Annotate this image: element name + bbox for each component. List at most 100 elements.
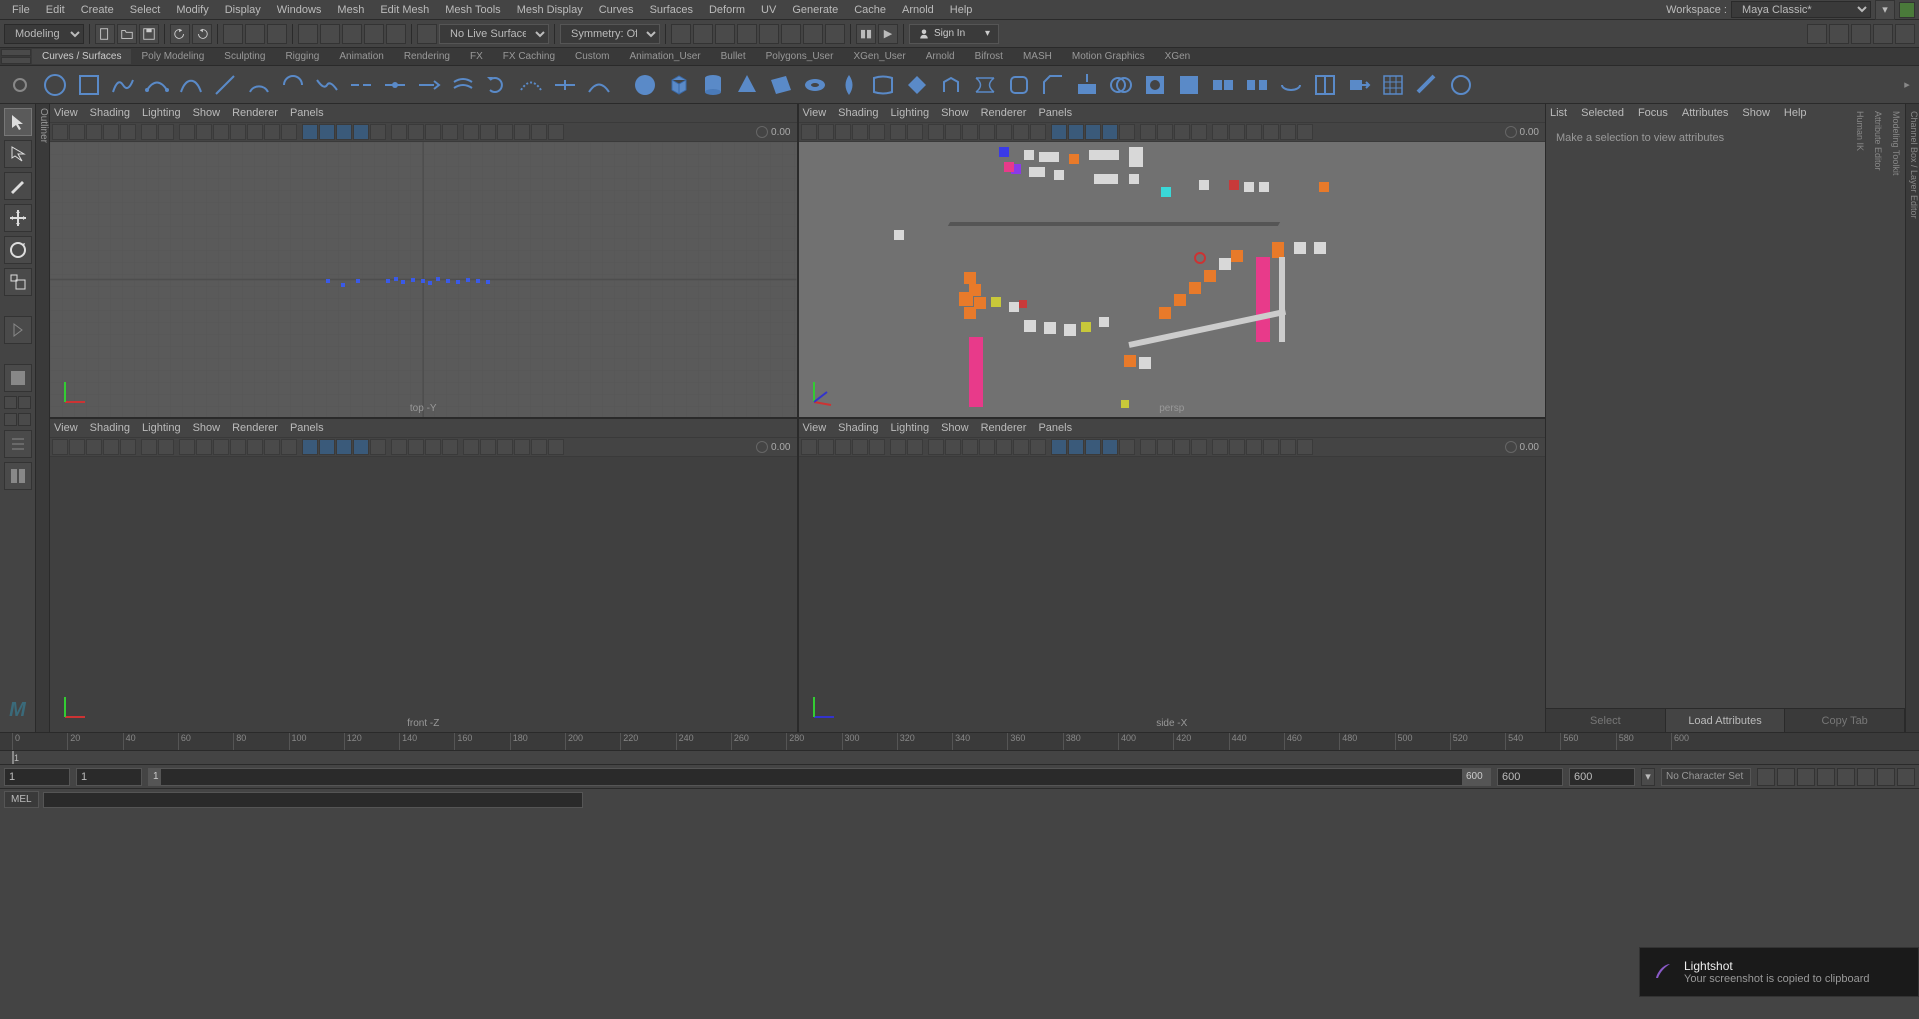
gate-icon[interactable] [1505,126,1517,138]
attr-copy-tab-button[interactable]: Copy Tab [1785,709,1905,732]
vp-tool[interactable] [179,124,195,140]
menu-edit[interactable]: Edit [38,2,73,18]
shelf-tab-xgen-user[interactable]: XGen_User [843,49,915,64]
vp-tool[interactable] [1174,124,1190,140]
sculpt-surfaces-icon[interactable] [1412,70,1442,100]
vp-tool[interactable] [179,439,195,455]
vp-tool[interactable] [463,124,479,140]
vp-menu-renderer[interactable]: Renderer [232,107,278,119]
range-handle-start[interactable]: 1 [149,769,161,785]
snap-grid-button[interactable] [298,24,318,44]
vp-tool[interactable] [1212,124,1228,140]
vp-tool[interactable] [548,439,564,455]
menu-select[interactable]: Select [122,2,169,18]
character-set-select[interactable]: No Character Set [1661,768,1751,786]
view-four-tl[interactable] [4,396,17,409]
anim-start-input[interactable] [4,768,70,786]
toggle-tool-settings-button[interactable] [1873,24,1893,44]
viewport-front-canvas[interactable]: front -Z [50,457,797,732]
vp-tool[interactable] [230,124,246,140]
vp-tool[interactable] [869,439,885,455]
menu-cache[interactable]: Cache [846,2,894,18]
vp-tool[interactable] [69,439,85,455]
vp-tool[interactable] [408,439,424,455]
detach-curves-icon[interactable] [346,70,376,100]
command-input[interactable] [43,792,583,808]
vp-tool[interactable] [141,124,157,140]
menu-help[interactable]: Help [942,2,981,18]
vp-tool[interactable] [1246,124,1262,140]
menu-arnold[interactable]: Arnold [894,2,942,18]
vp-menu-show[interactable]: Show [193,107,221,119]
toggle-attribute-editor-button[interactable] [1851,24,1871,44]
select-by-object-button[interactable] [223,24,243,44]
vp-tool[interactable] [1280,439,1296,455]
vp-tool[interactable] [103,439,119,455]
vp-tool[interactable] [1297,439,1313,455]
nurbs-torus-icon[interactable] [800,70,830,100]
vp-tool[interactable] [480,124,496,140]
vp-tool[interactable] [514,124,530,140]
vp-tool[interactable] [1297,124,1313,140]
menu-modify[interactable]: Modify [168,2,216,18]
project-curve-icon[interactable] [1072,70,1102,100]
vp-tool[interactable] [1229,439,1245,455]
vp-tool[interactable] [408,124,424,140]
view-four-tr[interactable] [18,396,31,409]
vp-tool[interactable] [996,439,1012,455]
vp-menu-lighting[interactable]: Lighting [891,422,930,434]
lock-ui-button[interactable] [1899,2,1915,18]
render-settings-button[interactable] [737,24,757,44]
play-forward-button[interactable] [1837,768,1855,786]
cmd-language-label[interactable]: MEL [4,791,39,808]
vp-tool[interactable] [302,439,318,455]
shelf-tab-xgen[interactable]: XGen [1155,49,1201,64]
vp-menu-panels[interactable]: Panels [290,107,324,119]
vp-tool[interactable] [281,439,297,455]
range-slider[interactable]: 1 [0,750,1919,764]
vp-menu-panels[interactable]: Panels [290,422,324,434]
attr-load-button[interactable]: Load Attributes [1666,709,1786,732]
tab-modeling-toolkit[interactable]: Modeling Toolkit [1891,108,1901,732]
playblast-button[interactable]: ▮▮ [856,24,876,44]
vp-menu-show[interactable]: Show [941,422,969,434]
vp-tool[interactable] [945,124,961,140]
bevel-icon[interactable] [1038,70,1068,100]
shelf-tab-sculpting[interactable]: Sculpting [214,49,275,64]
vp-tool[interactable] [281,124,297,140]
menu-curves[interactable]: Curves [591,2,642,18]
vp-tool[interactable] [1157,124,1173,140]
vp-tool[interactable] [391,439,407,455]
vp-tool[interactable] [852,439,868,455]
vp-tool[interactable] [907,124,923,140]
vp-tool[interactable] [907,439,923,455]
menu-generate[interactable]: Generate [784,2,846,18]
open-scene-button[interactable] [117,24,137,44]
outliner-collapsed-tab[interactable]: Outliner [36,104,50,732]
vp-tool[interactable] [264,124,280,140]
vp-tool[interactable] [86,124,102,140]
boundary-icon[interactable] [1004,70,1034,100]
vp-menu-shading[interactable]: Shading [838,422,878,434]
vp-menu-lighting[interactable]: Lighting [142,107,181,119]
vp-tool[interactable] [890,439,906,455]
vp-tool[interactable] [336,124,352,140]
birail-icon[interactable] [970,70,1000,100]
toggle-modeling-toolkit-button[interactable] [1807,24,1827,44]
extend-surface-icon[interactable] [1344,70,1374,100]
vp-tool[interactable] [835,439,851,455]
vp-tool[interactable] [196,124,212,140]
nurbs-sphere-icon[interactable] [630,70,660,100]
vp-tool[interactable] [1174,439,1190,455]
anim-end-input[interactable] [1569,768,1635,786]
vp-menu-view[interactable]: View [803,422,827,434]
vp-tool[interactable] [548,124,564,140]
vp-tool[interactable] [1246,439,1262,455]
paint-select-tool[interactable] [4,172,32,200]
shelf-options[interactable] [4,78,36,92]
loft-icon[interactable] [868,70,898,100]
vp-menu-shading[interactable]: Shading [90,107,130,119]
vp-tool[interactable] [247,439,263,455]
view-four-br[interactable] [18,413,31,426]
notification-toast[interactable]: Lightshot Your screenshot is copied to c… [1639,947,1919,997]
